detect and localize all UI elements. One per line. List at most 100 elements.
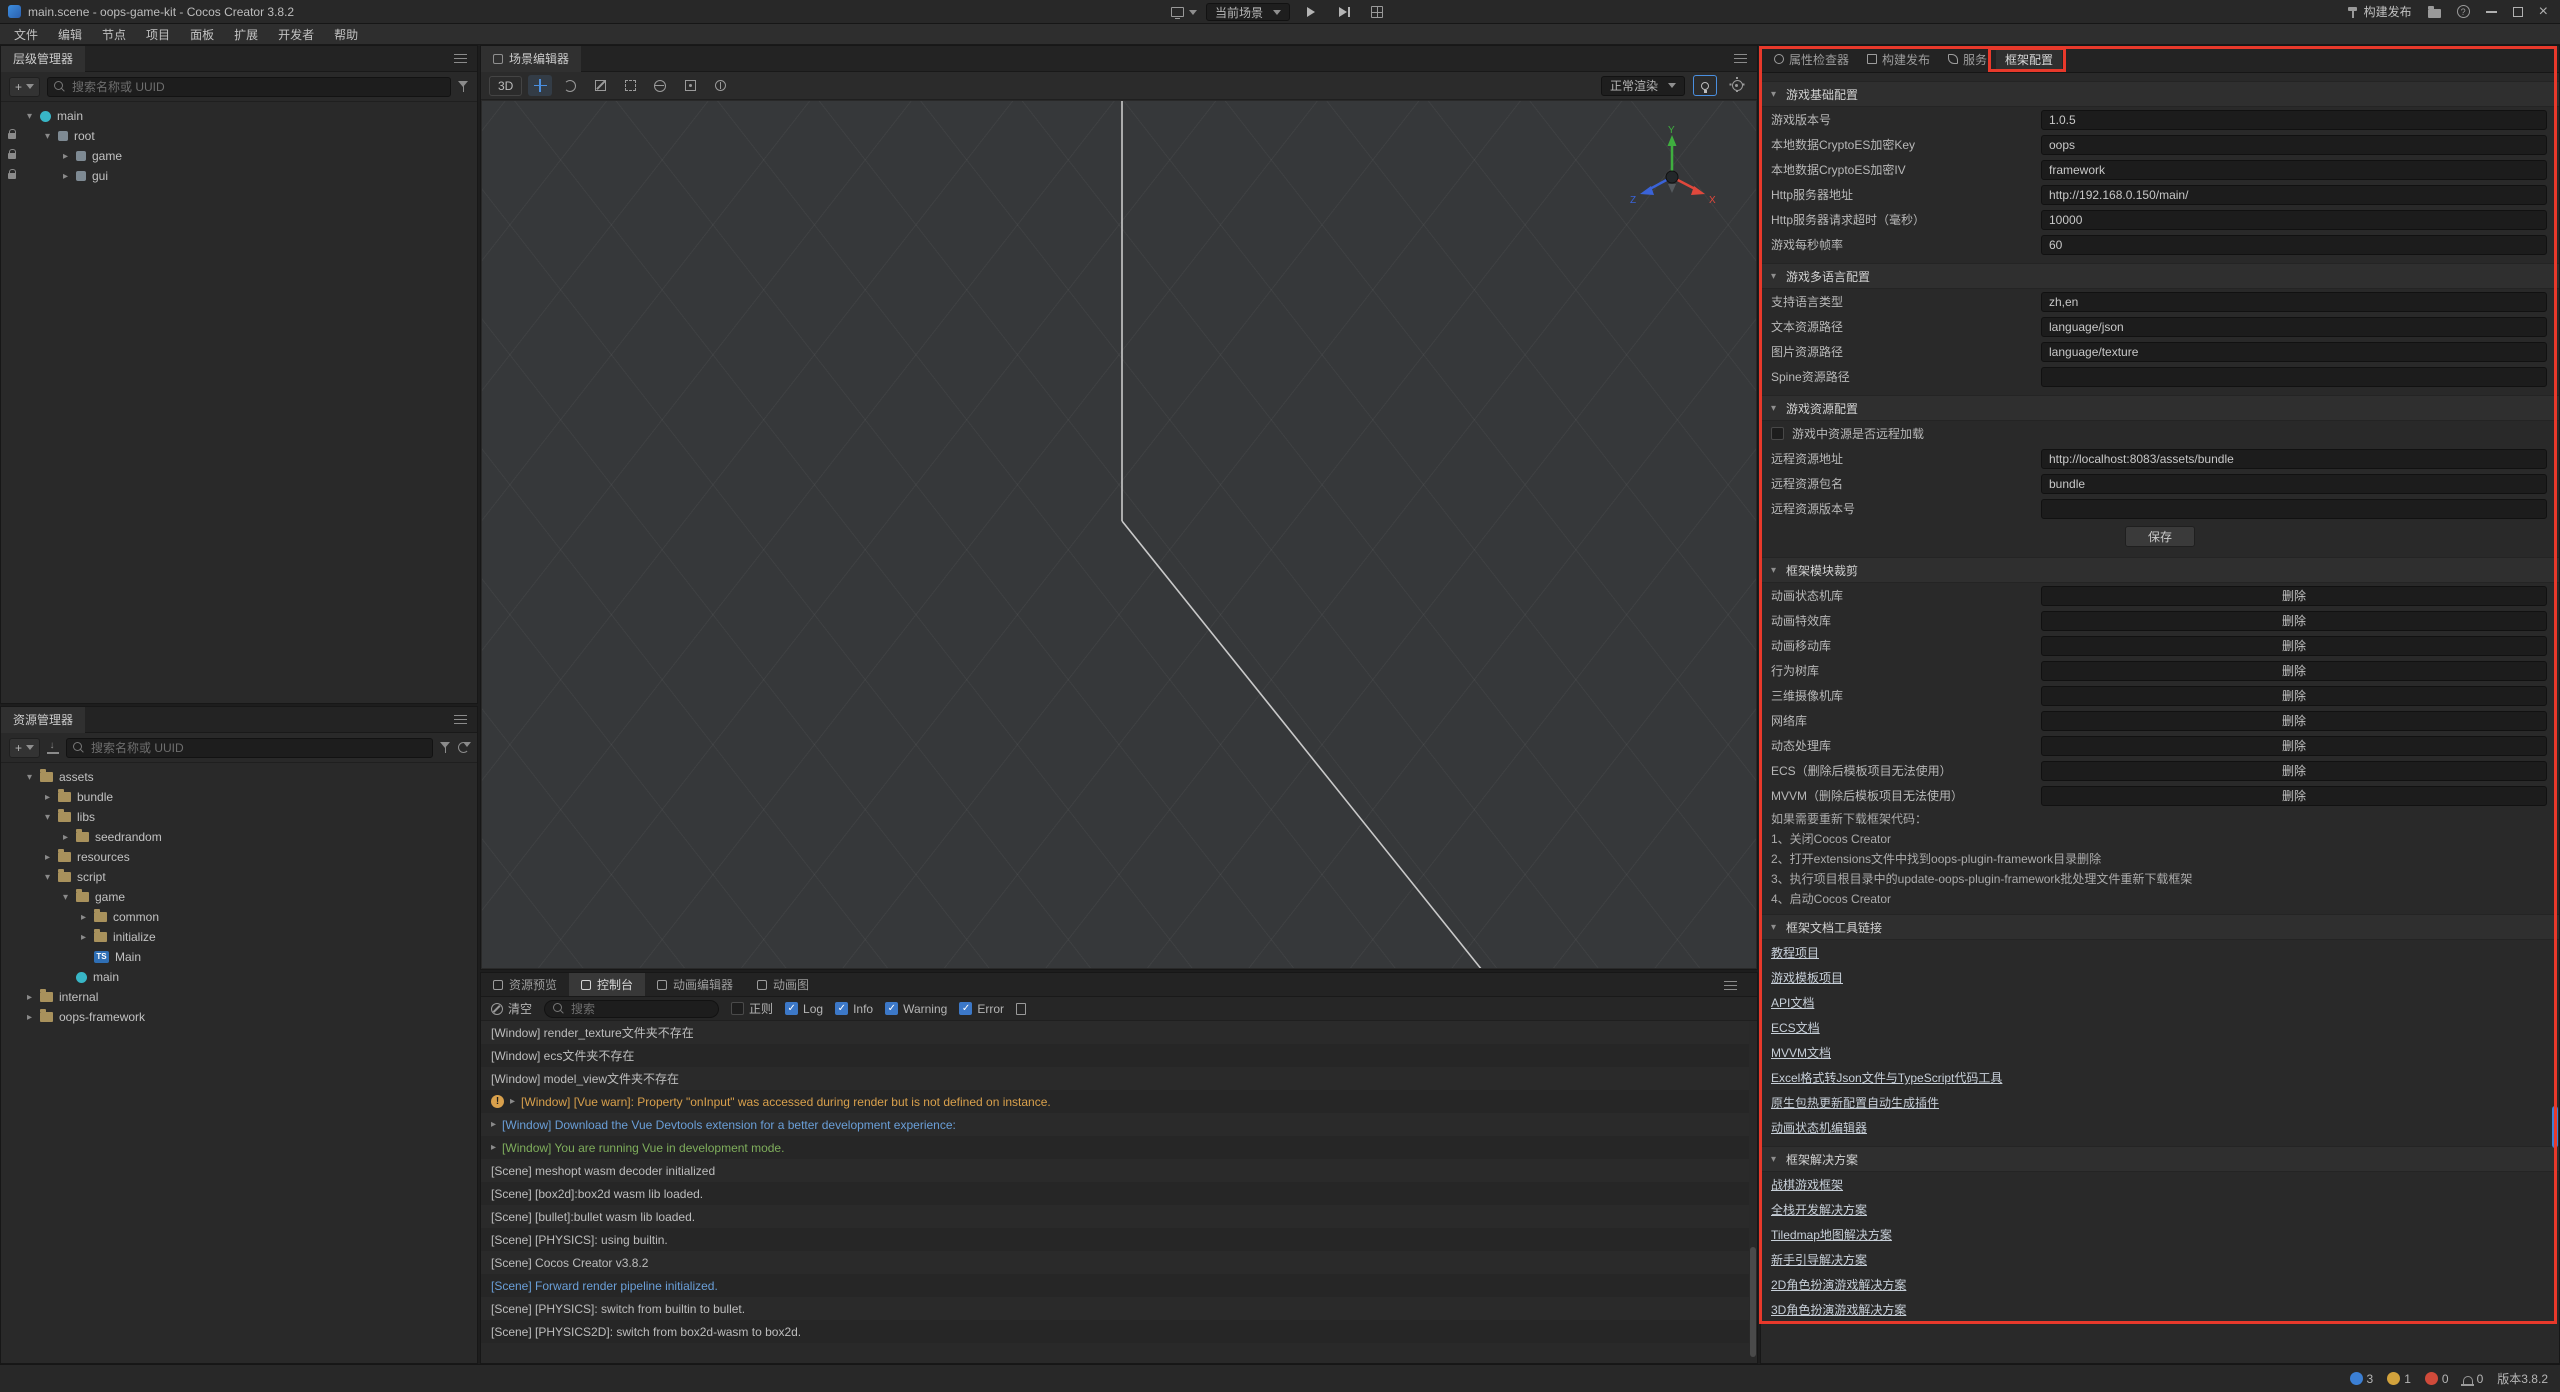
section-collapse-icon[interactable]	[1771, 1154, 1786, 1165]
inspector-link[interactable]: 游戏模板项目	[1771, 969, 1843, 986]
checkbox-icon[interactable]	[785, 1002, 798, 1015]
asset-node[interactable]: bundle	[1, 787, 477, 807]
info-count[interactable]: 3	[2350, 1372, 2374, 1386]
play-button[interactable]	[1299, 2, 1323, 23]
step-button[interactable]	[1332, 2, 1356, 23]
expand-arrow-icon[interactable]	[27, 772, 40, 783]
checkbox-icon[interactable]	[885, 1002, 898, 1015]
hierarchy-node[interactable]: game	[1, 146, 477, 166]
menu-item[interactable]: 编辑	[48, 24, 92, 44]
hierarchy-tab[interactable]: 层级管理器	[1, 46, 85, 72]
create-node-button[interactable]: +	[9, 77, 40, 97]
menu-item[interactable]: 节点	[92, 24, 136, 44]
pivot-toggle-button[interactable]	[678, 75, 702, 96]
save-button[interactable]: 保存	[2125, 526, 2195, 547]
close-button[interactable]	[2539, 4, 2548, 20]
inspector-link[interactable]: 3D角色扮演游戏解决方案	[1771, 1301, 1906, 1318]
inspector-link[interactable]: Excel格式转Json文件与TypeScript代码工具	[1771, 1069, 2002, 1086]
console-tab[interactable]: 控制台	[569, 973, 645, 996]
regex-toggle[interactable]: 正则	[731, 1000, 773, 1017]
expand-arrow-icon[interactable]	[63, 832, 76, 843]
scene-viewport[interactable]: Y X Z	[482, 101, 1756, 968]
expand-chevron-icon[interactable]	[491, 1119, 496, 1130]
section-collapse-icon[interactable]	[1771, 89, 1786, 100]
inspector-input[interactable]: language/json	[2041, 317, 2547, 337]
inspector-input[interactable]	[2041, 367, 2547, 387]
clear-console-button[interactable]: 清空	[491, 1000, 532, 1017]
asset-node[interactable]: game	[1, 887, 477, 907]
console-log-row[interactable]: [Scene] [bullet]:bullet wasm lib loaded.	[481, 1205, 1749, 1228]
scene-menu-icon[interactable]	[1734, 54, 1747, 63]
filter-icon[interactable]	[458, 81, 469, 92]
expand-arrow-icon[interactable]	[27, 992, 40, 1003]
hierarchy-search-input[interactable]: 搜索名称或 UUID	[47, 77, 451, 97]
orientation-gizmo[interactable]: Y X Z	[1624, 125, 1720, 221]
console-search-input[interactable]: 搜索	[544, 1000, 719, 1018]
expand-arrow-icon[interactable]	[27, 1012, 40, 1023]
asset-node[interactable]: libs	[1, 807, 477, 827]
console-filter-toggle[interactable]: Error	[959, 1002, 1004, 1016]
expand-arrow-icon[interactable]	[45, 131, 58, 142]
expand-arrow-icon[interactable]	[45, 812, 58, 823]
asset-node[interactable]: oops-framework	[1, 1007, 477, 1027]
inspector-tab[interactable]: 属性检查器	[1765, 46, 1858, 72]
inspector-input[interactable]: bundle	[2041, 474, 2547, 494]
checkbox-icon[interactable]	[835, 1002, 848, 1015]
assets-search-input[interactable]: 搜索名称或 UUID	[66, 738, 433, 758]
console-log-row[interactable]: [Scene] [box2d]:box2d wasm lib loaded.	[481, 1182, 1749, 1205]
current-scene-select[interactable]: 当前场景	[1206, 3, 1290, 21]
build-publish-button[interactable]: 构建发布	[2347, 3, 2412, 20]
checkbox-icon[interactable]	[731, 1002, 744, 1015]
module-delete-button[interactable]: 删除	[2041, 586, 2547, 606]
inspector-link[interactable]: ECS文档	[1771, 1019, 1820, 1036]
checkbox-icon[interactable]	[959, 1002, 972, 1015]
module-delete-button[interactable]: 删除	[2041, 611, 2547, 631]
minimize-button[interactable]	[2486, 11, 2497, 13]
console-filter-toggle[interactable]: Info	[835, 1002, 873, 1016]
asset-node[interactable]: initialize	[1, 927, 477, 947]
assets-menu-icon[interactable]	[454, 715, 467, 724]
expand-arrow-icon[interactable]	[27, 111, 40, 122]
import-asset-icon[interactable]	[47, 742, 59, 754]
anchor-toggle-button[interactable]	[708, 75, 732, 96]
module-delete-button[interactable]: 删除	[2041, 711, 2547, 731]
rotate-tool-button[interactable]	[558, 75, 582, 96]
asset-node[interactable]: TS Main	[1, 947, 477, 967]
assets-tab[interactable]: 资源管理器	[1, 707, 85, 733]
expand-arrow-icon[interactable]	[45, 792, 58, 803]
console-tab[interactable]: 动画图	[745, 973, 821, 996]
console-log-row[interactable]: [Window] You are running Vue in developm…	[481, 1136, 1749, 1159]
lock-icon[interactable]	[8, 153, 16, 159]
inspector-input[interactable]: 1.0.5	[2041, 110, 2547, 130]
inspector-tab[interactable]: 服务	[1939, 46, 1996, 72]
menu-item[interactable]: 面板	[180, 24, 224, 44]
hierarchy-node[interactable]: main	[1, 106, 477, 126]
move-tool-button[interactable]	[528, 75, 552, 96]
inspector-link[interactable]: 战棋游戏框架	[1771, 1176, 1843, 1193]
maximize-button[interactable]	[2513, 7, 2523, 17]
console-log-row[interactable]: [Scene] [PHYSICS]: using builtin.	[481, 1228, 1749, 1251]
inspector-input[interactable]: zh,en	[2041, 292, 2547, 312]
expand-arrow-icon[interactable]	[63, 892, 76, 903]
inspector-link[interactable]: 动画状态机编辑器	[1771, 1119, 1867, 1136]
inspector-input[interactable]: http://localhost:8083/assets/bundle	[2041, 449, 2547, 469]
preview-target-button[interactable]	[1171, 7, 1197, 17]
inspector-link[interactable]: 教程项目	[1771, 944, 1819, 961]
console-log-row[interactable]: [Window] Download the Vue Devtools exten…	[481, 1113, 1749, 1136]
asset-node[interactable]: seedrandom	[1, 827, 477, 847]
inspector-link[interactable]: 新手引导解决方案	[1771, 1251, 1867, 1268]
menu-item[interactable]: 项目	[136, 24, 180, 44]
error-count[interactable]: 0	[2425, 1372, 2449, 1386]
console-menu-icon[interactable]	[1724, 981, 1737, 990]
console-scrollbar-thumb[interactable]	[1750, 1247, 1756, 1357]
asset-node[interactable]: internal	[1, 987, 477, 1007]
inspector-input[interactable]: http://192.168.0.150/main/	[2041, 185, 2547, 205]
expand-arrow-icon[interactable]	[45, 872, 58, 883]
inspector-input[interactable]	[2041, 499, 2547, 519]
filter-icon[interactable]	[440, 742, 451, 753]
lock-icon[interactable]	[8, 173, 16, 179]
expand-arrow-icon[interactable]	[63, 151, 76, 162]
lock-icon[interactable]	[8, 133, 16, 139]
inspector-tab[interactable]: 构建发布	[1858, 46, 1939, 72]
console-tab[interactable]: 动画编辑器	[645, 973, 745, 996]
